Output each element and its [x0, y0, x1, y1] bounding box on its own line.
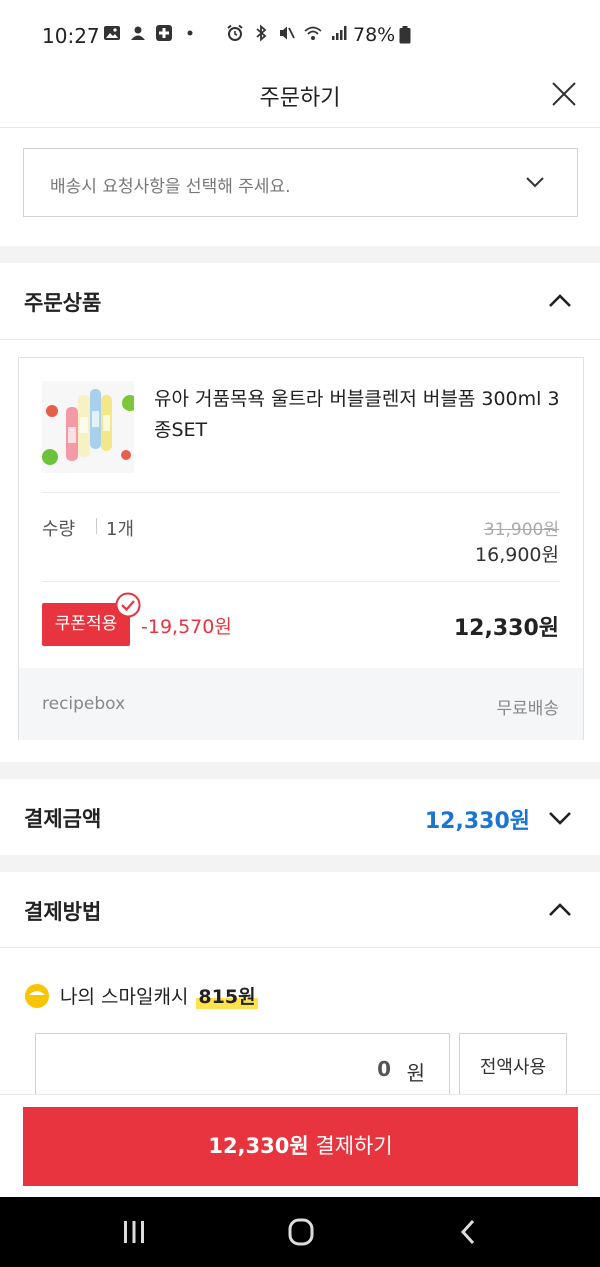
section-divider: [0, 246, 600, 263]
wifi-icon: [304, 26, 322, 40]
page-header: 주문하기: [0, 68, 600, 128]
dot-icon: [187, 30, 193, 36]
chevron-down-icon[interactable]: [548, 810, 572, 826]
chevron-up-icon[interactable]: [548, 293, 572, 309]
pay-bar: 12,330원 결제하기: [0, 1094, 600, 1197]
payment-method-title: 결제방법: [24, 900, 102, 924]
alarm-icon: [227, 24, 243, 41]
close-icon[interactable]: [550, 80, 578, 108]
chevron-down-icon: [526, 177, 544, 188]
smile-cash-icon: [25, 983, 49, 1008]
delivery-request-select[interactable]: 배송시 요청사항을 선택해 주세요.: [23, 148, 578, 217]
seller-shipping-row: recipebox 무료배송: [19, 668, 583, 740]
sale-price: 16,900원: [475, 544, 559, 566]
pay-button-amount: 12,330원: [208, 1134, 309, 1158]
gallery-icon: [104, 26, 120, 40]
quantity-label: 수량: [42, 519, 76, 540]
final-price: 12,330원: [453, 616, 559, 641]
battery-percent: 78%: [353, 24, 396, 46]
drive-mode-icon: [131, 26, 145, 40]
quantity-separator: [96, 518, 97, 534]
status-time: 10:27: [42, 24, 100, 48]
status-bar: 10:27 78%: [0, 0, 600, 68]
divider: [42, 581, 560, 582]
chevron-up-icon[interactable]: [548, 902, 572, 918]
battery-icon: [399, 26, 411, 44]
smile-cash-input-unit: 원: [406, 1061, 425, 1085]
coupon-discount: -19,570원: [141, 616, 232, 638]
divider: [42, 492, 560, 493]
smile-cash-input-value: 0: [377, 1057, 391, 1081]
smile-cash-balance: 815원: [196, 982, 258, 1009]
payment-amount-title: 결제금액: [24, 807, 102, 831]
home-icon[interactable]: [281, 1217, 321, 1247]
check-circle-icon: [115, 592, 141, 618]
section-divider: [0, 855, 600, 872]
system-nav-bar: [0, 1197, 600, 1267]
order-items-title: 주문상품: [24, 291, 102, 315]
pay-button[interactable]: 12,330원 결제하기: [23, 1107, 578, 1186]
recent-apps-icon[interactable]: [114, 1217, 154, 1247]
use-all-button[interactable]: 전액사용: [459, 1033, 567, 1103]
seller-name: recipebox: [42, 694, 126, 714]
pay-button-label: 결제하기: [315, 1134, 393, 1158]
mute-icon: [280, 26, 295, 40]
product-thumbnail[interactable]: [42, 381, 134, 473]
status-system-icons: [226, 24, 348, 42]
product-card: 유아 거품목욕 울트라 버블클렌저 버블폼 300ml 3종SET 수량 1개 …: [18, 357, 584, 740]
payment-method-header[interactable]: 결제방법: [0, 872, 600, 948]
medical-cross-icon: [156, 25, 172, 41]
status-notification-icons: [103, 24, 199, 42]
signal-icon: [332, 26, 347, 40]
payment-amount-value: 12,330원: [424, 809, 530, 834]
back-icon[interactable]: [449, 1217, 489, 1247]
product-name[interactable]: 유아 거품목욕 울트라 버블클렌저 버블폼 300ml 3종SET: [154, 384, 569, 446]
smile-cash-row: 나의 스마일캐시 815원: [24, 982, 258, 1009]
section-divider: [0, 762, 600, 779]
quantity-value: 1개: [106, 519, 135, 540]
delivery-request-placeholder: 배송시 요청사항을 선택해 주세요.: [50, 177, 291, 197]
shipping-fee: 무료배송: [496, 699, 559, 719]
smile-cash-input[interactable]: 0 원: [35, 1033, 450, 1103]
order-items-header[interactable]: 주문상품: [0, 263, 600, 340]
smile-cash-label: 나의 스마일캐시: [60, 986, 189, 1008]
original-price: 31,900원: [483, 520, 559, 540]
page-title: 주문하기: [259, 86, 341, 111]
battery-status: 78%: [353, 24, 411, 46]
bluetooth-icon: [256, 24, 267, 42]
